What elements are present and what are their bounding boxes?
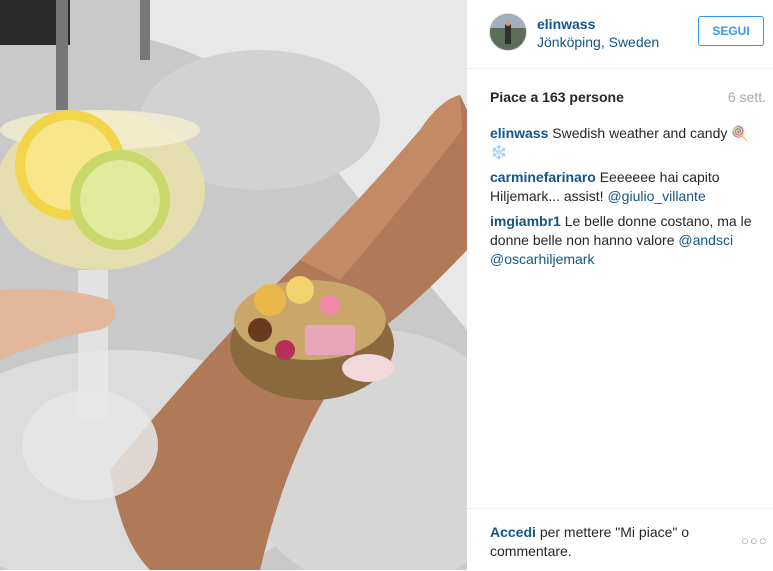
comment-username[interactable]: imgiambr1 <box>490 213 561 229</box>
login-link[interactable]: Accedi <box>490 524 536 540</box>
location-link[interactable]: Jönköping, Sweden <box>537 34 659 50</box>
comment-username[interactable]: elinwass <box>490 125 548 141</box>
comment-mention[interactable]: @andsci <box>678 232 733 248</box>
comment-list: elinwass Swedish weather and candy 🍭❄️ c… <box>490 124 762 275</box>
avatar[interactable] <box>489 13 527 51</box>
avatar-image <box>490 14 526 50</box>
post-sidebar: elinwass Jönköping, Sweden SEGUI Piace a… <box>467 0 773 570</box>
post-footer: Accedi per mettere "Mi piace" o commenta… <box>467 508 773 571</box>
post-header: elinwass Jönköping, Sweden SEGUI <box>467 0 773 69</box>
comment-mention[interactable]: @giulio_villante <box>607 188 705 204</box>
comment-item: imgiambr1 Le belle donne costano, ma le … <box>490 212 762 269</box>
post-time[interactable]: 6 sett. <box>728 89 766 105</box>
likes-count[interactable]: Piace a 163 persone <box>490 89 624 105</box>
username-link[interactable]: elinwass <box>537 16 595 32</box>
comment-username[interactable]: carminefarinaro <box>490 169 596 185</box>
comment-mention[interactable]: @oscarhiljemark <box>490 251 594 267</box>
stats-row: Piace a 163 persone 6 sett. <box>490 89 766 109</box>
follow-button[interactable]: SEGUI <box>698 16 764 46</box>
comment-item: elinwass Swedish weather and candy 🍭❄️ <box>490 124 762 162</box>
post-photo[interactable] <box>0 0 467 570</box>
login-prompt: Accedi per mettere "Mi piace" o commenta… <box>490 523 718 561</box>
more-options-icon[interactable]: ○○○ <box>741 533 768 548</box>
bath-photo-illustration <box>0 0 467 570</box>
comment-item: carminefarinaro Eeeeeee hai capito Hilje… <box>490 168 762 206</box>
